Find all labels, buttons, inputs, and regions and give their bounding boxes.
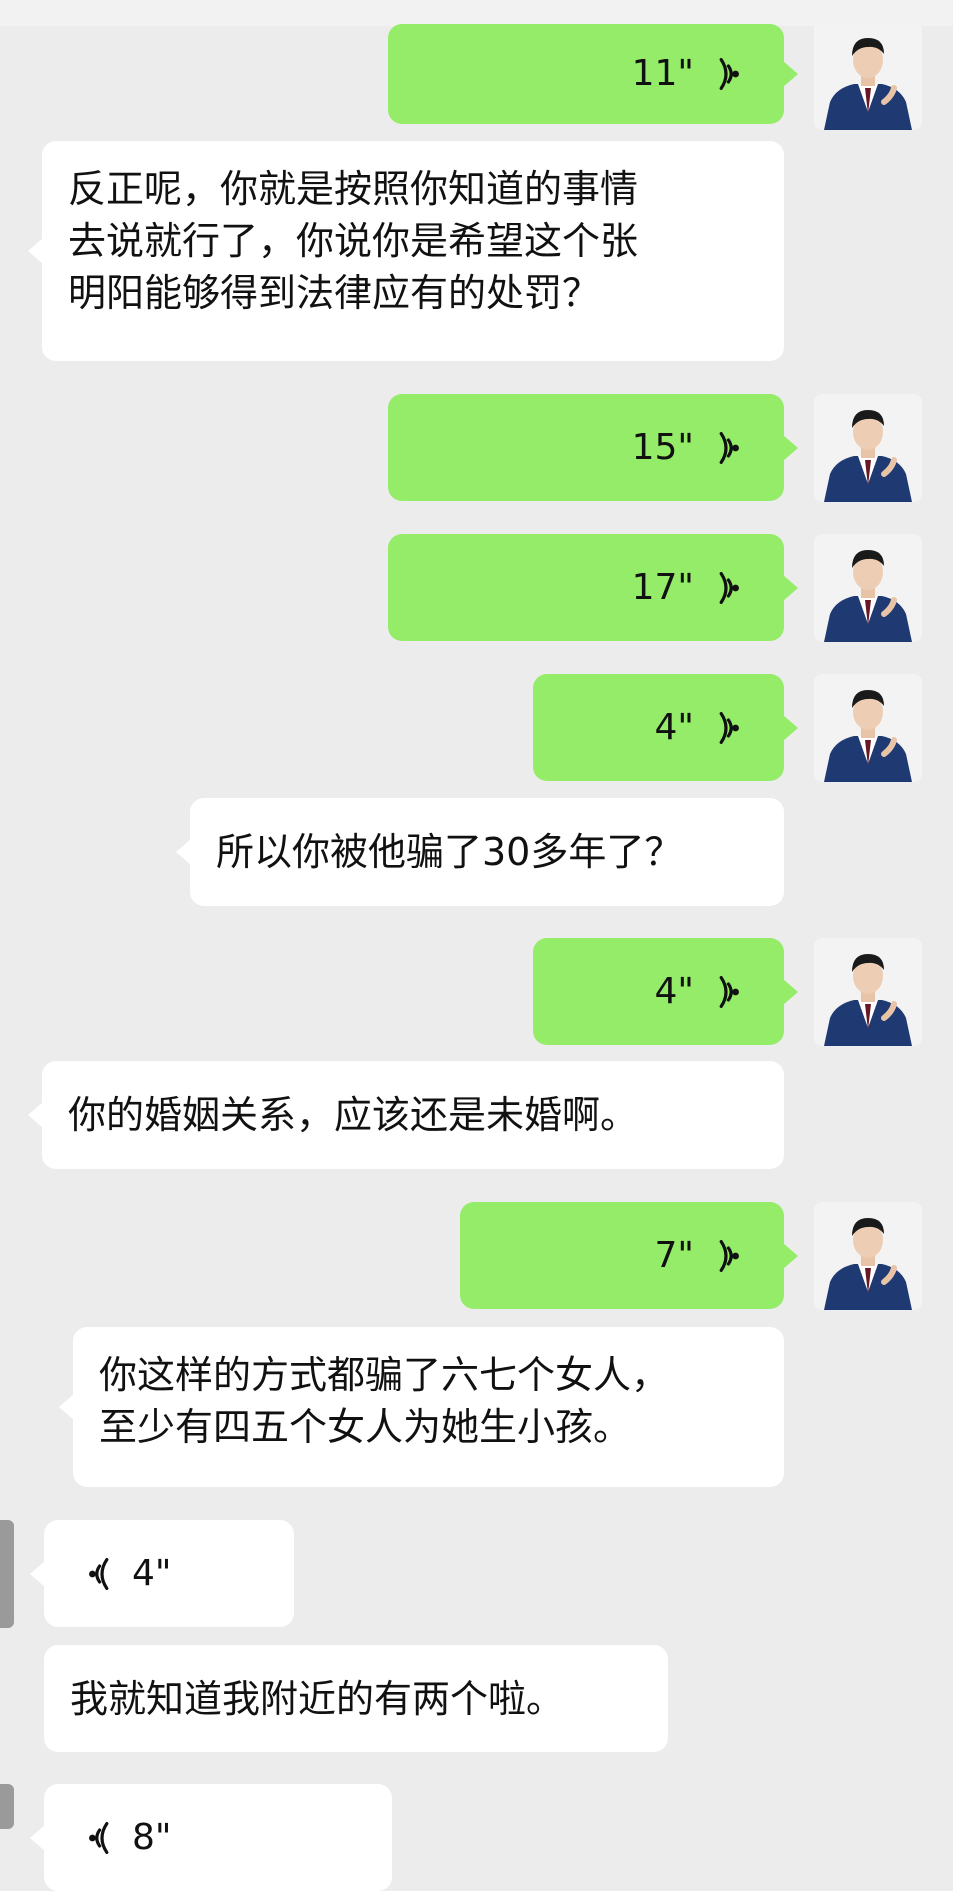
voice-wave-icon [710, 570, 742, 606]
outgoing-voice-message[interactable]: 11" [388, 24, 798, 124]
message-text: 你的婚姻关系，应该还是未婚啊。 [68, 1093, 639, 1137]
message-text: 所以你被他骗了30多年了？ [216, 830, 683, 874]
message-text-line: 去说就行了，你说你是希望这个张 [68, 219, 639, 263]
voice-duration: 7" [654, 1234, 694, 1276]
incoming-text-message[interactable]: 所以你被他骗了30多年了？ [176, 798, 784, 906]
message-text-line: 至少有四五个女人为她生小孩。 [99, 1405, 632, 1449]
avatar[interactable] [814, 938, 922, 1046]
avatar-image [814, 674, 922, 782]
voice-duration: 15" [631, 426, 694, 468]
avatar[interactable] [814, 534, 922, 642]
message-text-line: 明阳能够得到法律应有的处罚？ [68, 271, 601, 315]
voice-duration: 4" [132, 1552, 172, 1594]
voice-wave-icon [86, 1556, 118, 1592]
contact-avatar[interactable] [0, 1520, 14, 1628]
outgoing-voice-message[interactable]: 17" [388, 534, 798, 641]
avatar[interactable] [814, 1202, 922, 1310]
voice-wave-icon [710, 56, 742, 92]
voice-wave-icon [710, 974, 742, 1010]
voice-wave-icon [710, 430, 742, 466]
avatar-image [814, 22, 922, 130]
voice-duration: 17" [631, 566, 694, 608]
chat-area[interactable]: 11" 反正呢，你就是按照你知道的事情 去说就行了，你说你是希望这个张 明阳能够… [0, 0, 953, 1891]
avatar[interactable] [814, 22, 922, 130]
message-text: 我就知道我附近的有两个啦。 [70, 1677, 565, 1721]
outgoing-voice-message[interactable]: 15" [388, 394, 798, 501]
incoming-text-message[interactable]: 我就知道我附近的有两个啦。 [44, 1645, 668, 1752]
avatar[interactable] [814, 674, 922, 782]
message-text-line: 你这样的方式都骗了六七个女人， [99, 1353, 670, 1397]
incoming-voice-message[interactable]: 8" [30, 1784, 392, 1891]
voice-wave-icon [86, 1820, 118, 1856]
contact-avatar[interactable] [0, 1784, 14, 1829]
outgoing-voice-message[interactable]: 4" [533, 674, 798, 781]
message-text-line: 反正呢，你就是按照你知道的事情 [68, 167, 639, 211]
avatar-image [814, 938, 922, 1046]
voice-duration: 11" [631, 53, 694, 94]
voice-duration: 4" [654, 706, 694, 748]
incoming-voice-message[interactable]: 4" [30, 1520, 294, 1627]
avatar-image [814, 1202, 922, 1310]
voice-wave-icon [710, 1238, 742, 1274]
top-edge [0, 0, 953, 26]
voice-duration: 4" [654, 970, 694, 1012]
voice-duration: 8" [132, 1816, 172, 1858]
voice-wave-icon [710, 710, 742, 746]
avatar[interactable] [814, 394, 922, 502]
incoming-text-message[interactable]: 你这样的方式都骗了六七个女人， 至少有四五个女人为她生小孩。 [59, 1327, 784, 1487]
incoming-text-message[interactable]: 你的婚姻关系，应该还是未婚啊。 [28, 1061, 784, 1169]
outgoing-voice-message[interactable]: 7" [460, 1202, 798, 1309]
incoming-text-message[interactable]: 反正呢，你就是按照你知道的事情 去说就行了，你说你是希望这个张 明阳能够得到法律… [28, 141, 784, 361]
avatar-image [814, 534, 922, 642]
avatar-image [814, 394, 922, 502]
outgoing-voice-message[interactable]: 4" [533, 938, 798, 1045]
